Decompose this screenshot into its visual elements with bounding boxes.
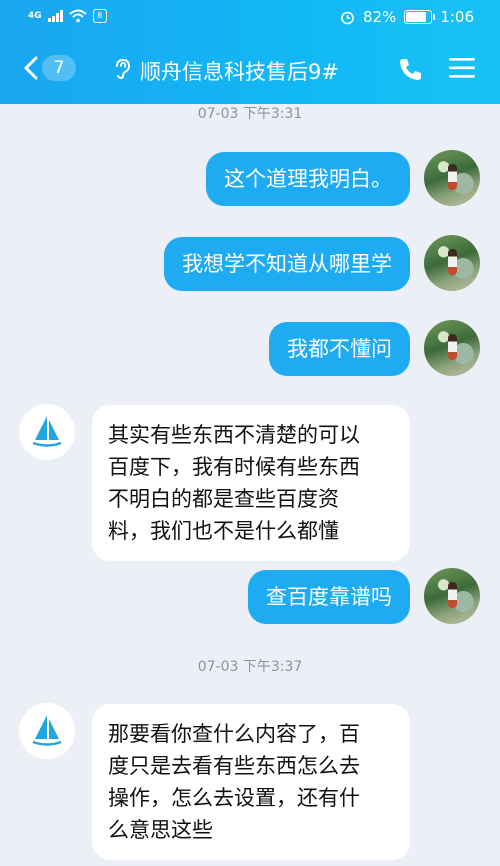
message-line: 其实有些东西不清楚的可以 [108,423,360,447]
network-type: 4G [28,11,42,21]
clock: 1:06 [440,8,474,26]
sailboat-icon [32,416,62,447]
sailboat-icon [32,715,62,746]
timestamp: 07-03 下午3:31 [197,106,303,122]
message-line: 度只是去看有些东西怎么去 [108,754,360,778]
user-avatar[interactable] [424,235,480,291]
wifi-icon [68,9,87,23]
message-line: 那要看你查什么内容了，百 [108,722,360,746]
sim-icon: 8 [92,9,107,23]
message-bubble-sent[interactable]: 我都不懂问 [269,322,410,376]
message-line: 料，我们也不是什么都懂 [108,519,339,543]
chat-header: 7 顺舟信息科技售后9# [0,34,500,104]
message-bubble-sent[interactable]: 查百度靠谱吗 [248,570,410,624]
unread-count-badge[interactable]: 7 [42,55,76,81]
message-bubble-received[interactable]: 那要看你查什么内容了，百 度只是去看有些东西怎么去 操作，怎么去设置，还有什 么… [92,704,410,860]
message-bubble-sent[interactable]: 这个道理我明白。 [206,152,410,206]
user-avatar[interactable] [424,568,480,624]
chat-title: 顺舟信息科技售后9# [140,60,339,84]
top-bar: 4G 8 82% 1:06 7 顺舟信息科技售后9# [0,0,500,104]
message-line: 操作，怎么去设置，还有什 [108,786,360,810]
status-bar: 4G 8 82% 1:06 [0,0,500,34]
message-bubble-received[interactable]: 其实有些东西不清楚的可以 百度下，我有时候有些东西 不明白的都是查些百度资 料，… [92,405,410,561]
contact-avatar[interactable] [19,703,75,759]
phone-icon[interactable] [398,56,424,82]
message-line: 么意思这些 [108,818,213,842]
message-bubble-sent[interactable]: 我想学不知道从哪里学 [164,237,410,291]
alarm-icon [341,11,354,24]
contact-avatar[interactable] [19,404,75,460]
signal-icon [47,10,63,22]
message-line: 百度下，我有时候有些东西 [108,455,360,479]
battery-icon [404,10,436,24]
battery-percent: 82% [362,8,397,26]
back-icon[interactable] [22,56,40,80]
user-avatar[interactable] [424,150,480,206]
message-line: 不明白的都是查些百度资 [108,487,339,511]
timestamp: 07-03 下午3:37 [197,659,303,675]
ear-icon[interactable] [113,58,131,80]
menu-icon[interactable] [449,57,475,79]
user-avatar[interactable] [424,320,480,376]
